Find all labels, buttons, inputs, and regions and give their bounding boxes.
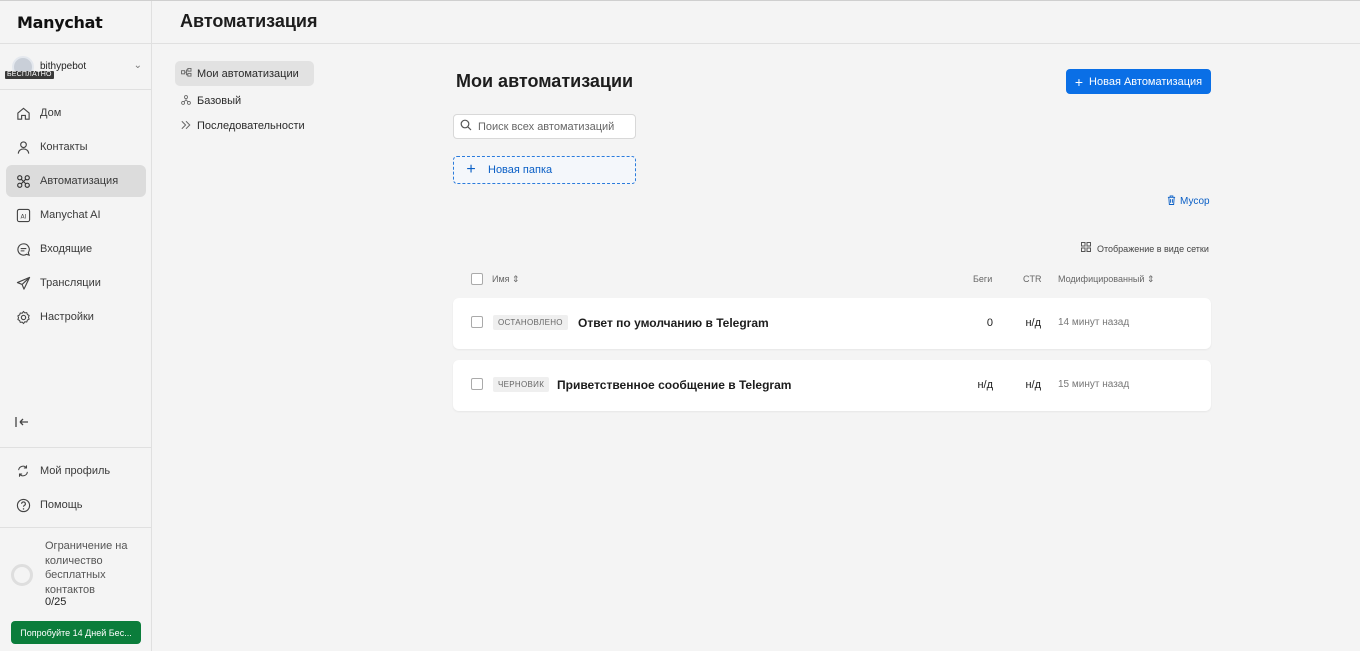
chat-icon [6,242,40,257]
divider [0,447,152,448]
tree-icon [175,94,197,107]
page-header: Автоматизация [152,1,1360,44]
help-icon [6,498,40,513]
sidebar: Manychat БЕСПЛАТНО bithypebot ⌄ Дом Конт… [0,1,152,651]
search-input[interactable] [478,120,628,133]
sort-icon: ⇕ [1146,274,1155,284]
runs-value: 0 [986,317,993,329]
automation-name[interactable]: Приветственное сообщение в Telegram [557,378,791,392]
manychat-logo[interactable]: Manychat [17,13,103,32]
ai-icon: AI [6,208,40,223]
sidebar-item-my-profile[interactable]: Мой профиль [6,455,146,487]
collapse-sidebar-icon[interactable] [14,415,30,432]
new-automation-label: Новая Автоматизация [1089,75,1203,88]
sidebar-item-label: Входящие [40,243,93,255]
account-name: bithypebot [40,61,87,72]
column-modified-label: Модифицированный [1058,274,1145,284]
new-folder-button[interactable]: + Новая папка [453,156,636,184]
new-folder-label: Новая папка [488,164,553,176]
sidebar-item-manychat-ai[interactable]: AI Manychat AI [6,199,146,231]
person-icon [6,140,40,155]
automation-icon [6,174,40,189]
plus-icon: + [466,161,476,178]
contacts-limit-count: 0/25 [45,596,67,608]
grid-view-toggle[interactable]: Отображение в виде сетки [1081,242,1209,255]
row-checkbox[interactable] [471,378,483,390]
modified-value: 14 минут назад [1058,317,1130,328]
subnav-label: Последовательности [197,119,305,132]
sequence-icon [175,120,197,132]
search-icon [454,119,478,134]
trial-button[interactable]: Попробуйте 14 Дней Бес... [11,621,141,644]
column-ctr: CTR [1023,274,1042,284]
column-modified[interactable]: Модифицированный ⇕ [1058,274,1155,285]
grid-view-label: Отображение в виде сетки [1097,243,1209,254]
search-box[interactable] [453,114,636,139]
select-all-checkbox[interactable] [471,273,483,285]
subnav-label: Базовый [197,94,242,107]
sidebar-item-help[interactable]: Помощь [6,489,146,521]
table-row[interactable]: ЧЕРНОВИК Приветственное сообщение в Tele… [453,360,1211,411]
column-name-label: Имя [492,274,510,284]
sidebar-item-label: Трансляции [40,277,101,289]
trash-link[interactable]: Мусор [1167,195,1210,208]
row-checkbox[interactable] [471,316,483,328]
send-icon [6,276,40,291]
divider [0,527,152,528]
svg-text:AI: AI [20,213,26,220]
subnav-label: Мои автоматизации [197,67,299,80]
column-runs: Беги [973,274,993,284]
table-row[interactable]: ОСТАНОВЛЕНО Ответ по умолчанию в Telegra… [453,298,1211,349]
flow-icon [175,68,197,79]
sidebar-item-broadcasts[interactable]: Трансляции [6,267,146,299]
chevron-down-icon: ⌄ [133,60,142,71]
ctr-value: н/д [1025,379,1041,391]
divider [0,43,152,44]
account-switcher[interactable]: БЕСПЛАТНО bithypebot ⌄ [5,56,146,82]
sidebar-item-label: Контакты [40,141,88,153]
plan-badge: БЕСПЛАТНО [5,71,54,79]
home-icon [6,106,40,121]
refresh-icon [6,464,40,478]
plus-icon: + [1074,73,1084,90]
sidebar-item-label: Автоматизация [40,175,119,187]
divider [0,89,152,90]
sidebar-item-label: Мой профиль [40,465,111,477]
sidebar-item-label: Manychat AI [40,209,101,221]
column-name[interactable]: Имя ⇕ [492,274,520,285]
sidebar-item-label: Настройки [40,311,94,323]
subnav-sequences[interactable]: Последовательности [175,113,314,138]
sidebar-item-settings[interactable]: Настройки [6,301,146,333]
sort-icon: ⇕ [512,274,520,284]
modified-value: 15 минут назад [1058,379,1130,390]
sidebar-item-label: Дом [40,107,62,119]
runs-value: н/д [977,379,993,391]
subnav-my-automations[interactable]: Мои автоматизации [175,61,314,86]
ctr-value: н/д [1025,317,1041,329]
page-title: Автоматизация [180,11,318,31]
status-badge: ОСТАНОВЛЕНО [493,315,568,330]
sidebar-item-inbox[interactable]: Входящие [6,233,146,265]
sidebar-item-contacts[interactable]: Контакты [6,131,146,163]
grid-icon [1081,242,1091,255]
subnav-basic[interactable]: Базовый [175,88,314,113]
sidebar-item-home[interactable]: Дом [6,97,146,129]
contacts-limit-progress [11,564,33,586]
contacts-limit-label: Ограничение на количество бесплатных кон… [45,540,128,596]
sidebar-item-label: Помощь [40,499,83,511]
gear-icon [6,310,40,325]
sidebar-item-automation[interactable]: Автоматизация [6,165,146,197]
trash-icon [1167,195,1176,208]
trash-label: Мусор [1180,196,1210,207]
new-automation-button[interactable]: + Новая Автоматизация [1066,69,1211,94]
automation-name[interactable]: Ответ по умолчанию в Telegram [578,316,769,330]
status-badge: ЧЕРНОВИК [493,377,550,392]
automations-title: Мои автоматизации [456,71,634,91]
